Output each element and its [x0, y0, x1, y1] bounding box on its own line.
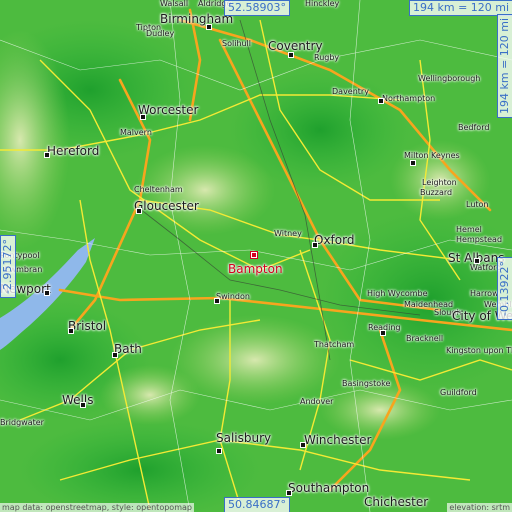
place-dot-bath: [112, 352, 118, 358]
target-marker[interactable]: [250, 251, 258, 259]
place-label-oxford: Oxford: [314, 233, 355, 247]
place-dot-oxford: [312, 242, 318, 248]
place-label-guildford: Guildford: [440, 388, 477, 397]
map[interactable]: Walsall Aldridge Birmingham Tipton Dudley Sol…: [0, 0, 512, 512]
place-label-buzzard: Buzzard: [420, 188, 453, 197]
place-label-harrow: Harrow: [470, 289, 499, 298]
place-label-chichester: Chichester: [364, 495, 429, 509]
place-label-swindon: Swindon: [216, 292, 250, 301]
place-dot-gloucester: [136, 208, 142, 214]
place-label-hereford: Hereford: [47, 144, 100, 158]
place-label-winchester: Winchester: [304, 433, 372, 447]
place-dot-winchester: [300, 442, 306, 448]
place-label-kingston-upon-thames: Kingston upon Thames: [446, 346, 512, 355]
place-label-andover: Andover: [300, 397, 334, 406]
place-label-daventry: Daventry: [332, 87, 369, 96]
attribution: map data: openstreetmap, style: opentopo…: [0, 503, 194, 512]
place-dot-newport: [44, 290, 50, 296]
longitude-left: -2.95172°: [0, 235, 16, 298]
place-dot-wells: [80, 402, 86, 408]
place-label-bath: Bath: [114, 342, 142, 356]
place-label-northampton: Northampton: [382, 94, 436, 103]
longitude-right: -0.13922°: [497, 257, 512, 320]
place-label-bridgwater: Bridgwater: [0, 418, 44, 427]
place-label-wellingborough: Wellingborough: [418, 74, 481, 83]
place-label-witney: Witney: [274, 229, 302, 238]
place-label-coventry: Coventry: [268, 39, 323, 53]
place-label-rugby: Rugby: [314, 53, 340, 62]
place-label-walsall: Walsall: [160, 0, 189, 8]
place-dot-worcester: [140, 114, 146, 120]
place-label-solihull: Solihull: [222, 39, 252, 48]
place-label-bedford: Bedford: [458, 123, 490, 132]
place-label-cheltenham: Cheltenham: [134, 185, 183, 194]
place-label-salisbury: Salisbury: [216, 431, 272, 445]
scale-right: 194 km = 120 mi: [497, 13, 512, 118]
place-label-bracknell: Bracknell: [406, 334, 444, 343]
place-label-basingstoke: Basingstoke: [342, 379, 391, 388]
place-label-malvern: Malvern: [120, 128, 152, 137]
place-dot-reading: [380, 330, 386, 336]
place-label-luton: Luton: [466, 200, 489, 209]
attribution-elevation: elevation: srtm: [447, 503, 512, 512]
place-label-southampton: Southampton: [288, 481, 370, 495]
place-dot-swindon: [214, 298, 220, 304]
place-label-hempstead: Hempstead: [456, 235, 503, 244]
place-dot-milton-keynes: [410, 160, 416, 166]
place-dot-salisbury: [216, 448, 222, 454]
place-label-leighton: Leighton: [422, 178, 457, 187]
place-label-worcester: Worcester: [138, 103, 199, 117]
place-dot-bristol: [68, 328, 74, 334]
latitude-bottom: 50.84687°: [224, 497, 290, 512]
place-dot-northampton: [378, 98, 384, 104]
target-label[interactable]: Bampton: [228, 262, 283, 276]
place-label-gloucester: Gloucester: [134, 199, 199, 213]
place-label-milton-keynes: Milton Keynes: [404, 151, 460, 160]
place-label-high-wycombe: High Wycombe: [367, 289, 428, 298]
place-label-hinckley: Hinckley: [305, 0, 340, 8]
place-dot-southampton: [286, 490, 292, 496]
place-label-wells: Wells: [62, 393, 94, 407]
place-label-thatcham: Thatcham: [314, 340, 355, 349]
place-dot-coventry: [288, 52, 294, 58]
latitude-top: 52.58903°: [224, 0, 290, 16]
place-dot-birmingham: [206, 24, 212, 30]
place-label-birmingham: Birmingham: [160, 12, 234, 26]
place-dot-hereford: [44, 152, 50, 158]
place-label-dudley: Dudley: [146, 29, 175, 38]
place-label-hemel: Hemel: [456, 225, 482, 234]
